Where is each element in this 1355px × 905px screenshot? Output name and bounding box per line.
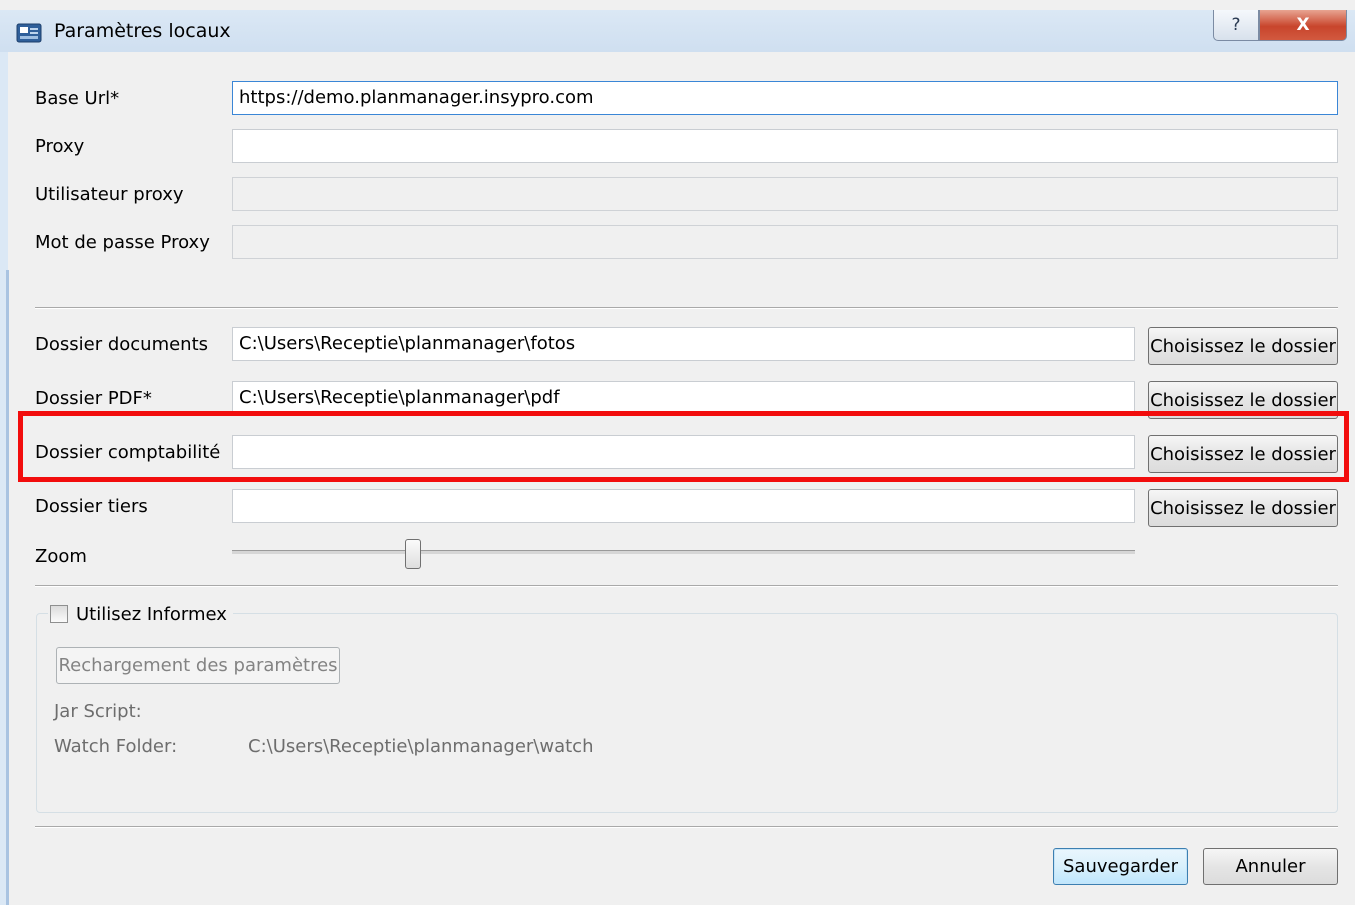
pdf-folder-input[interactable]: C:\Users\Receptie\planmanager\pdf (232, 381, 1135, 415)
zoom-label: Zoom (35, 546, 87, 567)
zoom-slider-handle[interactable] (404, 539, 421, 569)
cancel-button[interactable]: Annuler (1203, 848, 1338, 885)
base-url-input[interactable]: https://demo.planmanager.insypro.com (232, 81, 1338, 115)
separator-bottom (35, 826, 1338, 828)
jar-script-label: Jar Script: (54, 701, 142, 722)
settings-window-icon (16, 23, 42, 43)
watch-folder-label: Watch Folder: (54, 736, 178, 757)
reload-settings-button[interactable]: Rechargement des paramètres (56, 647, 340, 684)
help-icon: ? (1231, 15, 1241, 35)
informex-group (36, 613, 1338, 813)
save-button[interactable]: Sauvegarder (1053, 848, 1188, 885)
separator-middle (35, 585, 1338, 587)
close-icon: X (1296, 15, 1310, 35)
window-title: Paramètres locaux (54, 20, 231, 42)
caption-buttons: ? X (1213, 10, 1347, 41)
third-party-folder-input[interactable] (232, 489, 1135, 523)
window-border-accent (6, 270, 9, 905)
choose-documents-folder-button[interactable]: Choisissez le dossier (1148, 327, 1338, 365)
third-party-folder-label: Dossier tiers (35, 496, 148, 517)
proxy-input[interactable] (232, 129, 1338, 163)
settings-dialog: Paramètres locaux ? X Base Url* https://… (0, 0, 1355, 905)
documents-folder-label: Dossier documents (35, 334, 209, 355)
proxy-user-label: Utilisateur proxy (35, 184, 184, 205)
proxy-user-input[interactable] (232, 177, 1338, 211)
accounting-folder-highlight (18, 411, 1349, 482)
informex-group-title: Utilisez Informex (48, 602, 233, 626)
informex-checkbox[interactable] (50, 605, 68, 623)
pdf-folder-label: Dossier PDF* (35, 388, 152, 409)
close-button[interactable]: X (1259, 10, 1347, 41)
watch-folder-value: C:\Users\Receptie\planmanager\watch (248, 736, 594, 757)
informex-checkbox-label[interactable]: Utilisez Informex (76, 604, 227, 625)
proxy-password-label: Mot de passe Proxy (35, 232, 210, 253)
base-url-label: Base Url* (35, 88, 120, 109)
title-bar: Paramètres locaux ? X (0, 10, 1355, 52)
separator-top (35, 307, 1338, 309)
help-button[interactable]: ? (1213, 10, 1259, 41)
proxy-label: Proxy (35, 136, 85, 157)
zoom-slider-track[interactable] (232, 550, 1135, 554)
documents-folder-input[interactable]: C:\Users\Receptie\planmanager\fotos (232, 327, 1135, 361)
proxy-password-input[interactable] (232, 225, 1338, 259)
choose-third-party-folder-button[interactable]: Choisissez le dossier (1148, 489, 1338, 527)
